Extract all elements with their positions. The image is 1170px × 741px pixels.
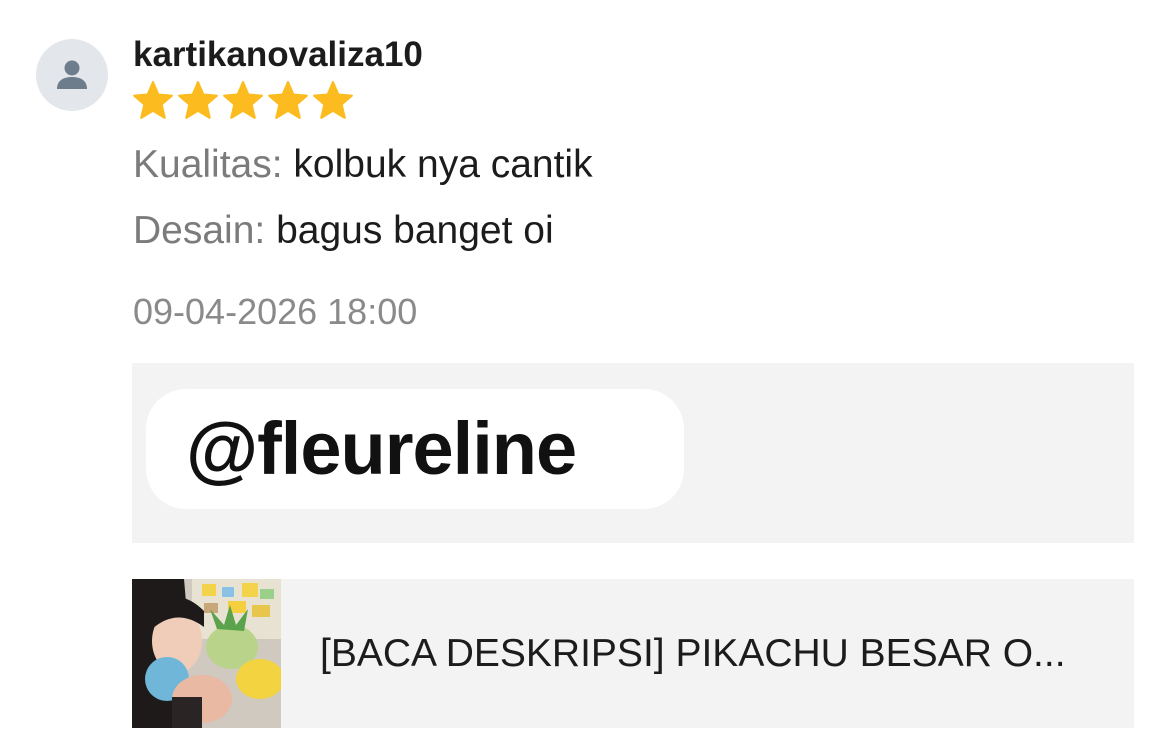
avatar[interactable] xyxy=(36,39,108,111)
product-link[interactable]: [BACA DESKRIPSI] PIKACHU BESAR O... xyxy=(132,579,1134,728)
star-icon xyxy=(131,80,175,122)
handle-text: @fleureline xyxy=(186,407,577,490)
star-icon xyxy=(221,80,265,122)
quality-value: kolbuk nya cantik xyxy=(282,143,593,186)
review-timestamp: 09-04-2026 18:00 xyxy=(133,291,418,332)
user-icon xyxy=(57,60,87,89)
reviewer-username: kartikanovaliza10 xyxy=(133,35,423,74)
product-thumbnail xyxy=(132,579,281,728)
design-value: bagus banget oi xyxy=(265,209,554,252)
quality-line: Kualitas: kolbuk nya cantik xyxy=(133,142,593,188)
review-media[interactable]: @fleureline xyxy=(132,363,1134,543)
star-icon xyxy=(176,80,220,122)
quality-label: Kualitas: xyxy=(133,143,283,186)
star-icon xyxy=(266,80,310,122)
star-rating xyxy=(131,80,355,122)
handle-watermark: @fleureline xyxy=(146,389,684,509)
star-icon xyxy=(311,80,355,122)
design-label: Desain: xyxy=(133,209,266,252)
design-line: Desain: bagus banget oi xyxy=(133,208,554,254)
review-card: kartikanovaliza10 Kualitas: kolbuk nya c… xyxy=(0,0,1170,741)
product-title: [BACA DESKRIPSI] PIKACHU BESAR O... xyxy=(320,632,1066,675)
